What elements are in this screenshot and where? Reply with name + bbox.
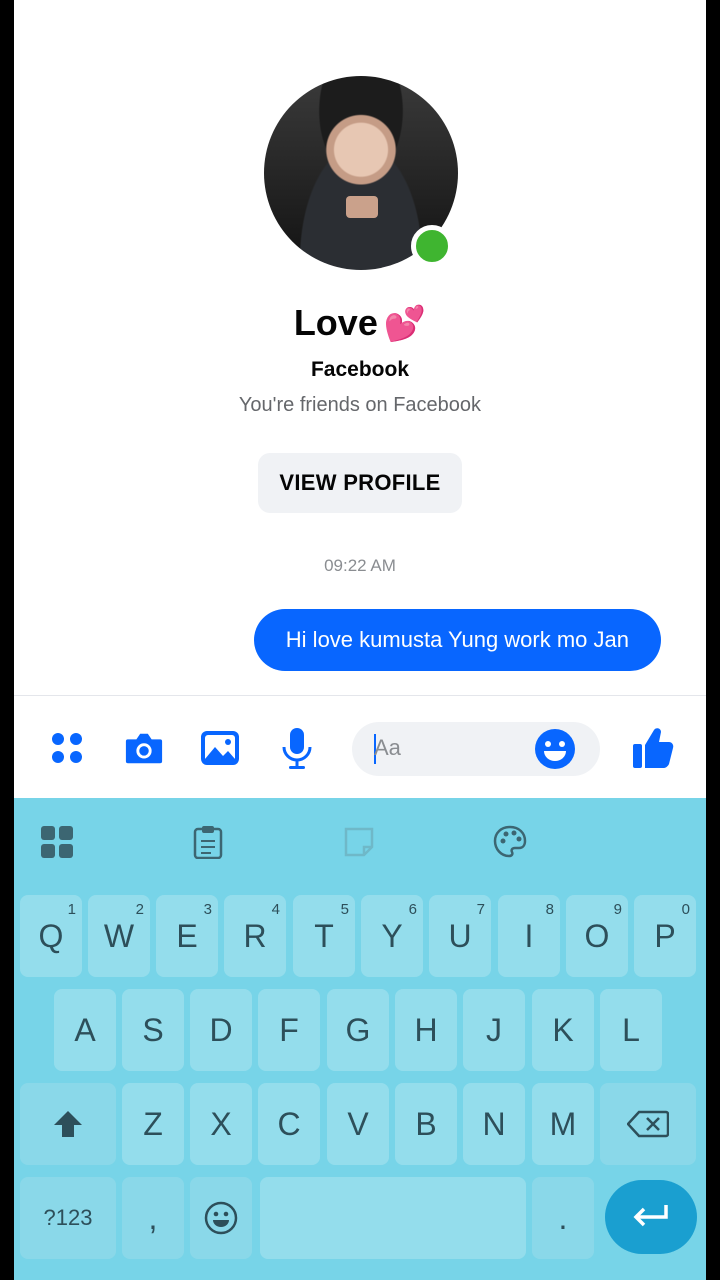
key-label: I (524, 917, 534, 954)
key-d[interactable]: D (190, 989, 252, 1071)
contact-name: Love 💕 (14, 302, 706, 344)
space-key[interactable] (260, 1177, 526, 1259)
key-hint: 5 (340, 901, 349, 918)
message-timestamp: 09:22 AM (324, 556, 396, 575)
key-w[interactable]: W2 (88, 895, 150, 977)
emoji-key[interactable] (190, 1177, 252, 1259)
key-n[interactable]: N (463, 1083, 525, 1165)
key-i[interactable]: I8 (498, 895, 560, 977)
enter-key[interactable] (605, 1180, 697, 1254)
palette-icon[interactable] (490, 822, 530, 862)
key-h[interactable]: H (395, 989, 457, 1071)
key-q[interactable]: Q1 (20, 895, 82, 977)
key-p[interactable]: P0 (634, 895, 696, 977)
key-label: Y (381, 917, 403, 954)
key-label: E (176, 917, 198, 954)
microphone-icon[interactable] (277, 726, 317, 770)
symbols-key[interactable]: ?123 (20, 1177, 116, 1259)
key-g[interactable]: G (327, 989, 389, 1071)
key-a[interactable]: A (54, 989, 116, 1071)
view-profile-button[interactable]: VIEW PROFILE (258, 453, 462, 513)
key-o[interactable]: O9 (566, 895, 628, 977)
soft-keyboard: Q1 W2 E3 R4 T5 Y6 U7 I8 O9 P0 A S D F G … (14, 798, 706, 1280)
key-label: T (314, 917, 334, 954)
contact-name-text: Love (293, 302, 378, 343)
key-f[interactable]: F (258, 989, 320, 1071)
online-status-indicator (411, 225, 453, 267)
key-r[interactable]: R4 (224, 895, 286, 977)
key-b[interactable]: B (395, 1083, 457, 1165)
key-e[interactable]: E3 (156, 895, 218, 977)
key-hint: 4 (271, 901, 280, 918)
backspace-key[interactable] (600, 1083, 696, 1165)
keyboard-toolbar (14, 798, 706, 884)
key-t[interactable]: T5 (293, 895, 355, 977)
key-label: O (584, 917, 610, 954)
key-j[interactable]: J (463, 989, 525, 1071)
key-label: U (448, 917, 472, 954)
shift-key[interactable] (20, 1083, 116, 1165)
chat-screen: Love 💕 Facebook You're friends on Faceboo… (14, 0, 706, 1280)
gallery-icon[interactable] (200, 726, 240, 770)
key-hint: 2 (135, 901, 144, 918)
backspace-icon (627, 1110, 669, 1138)
key-m[interactable]: M (532, 1083, 594, 1165)
key-label: Q (38, 917, 64, 954)
key-y[interactable]: Y6 (361, 895, 423, 977)
like-icon[interactable] (631, 722, 675, 772)
key-hint: 8 (545, 901, 554, 918)
friend-status: You're friends on Facebook (238, 394, 482, 416)
key-c[interactable]: C (258, 1083, 320, 1165)
composer-divider (14, 695, 706, 696)
outgoing-message-bubble[interactable]: Hi love kumusta Yung work mo Jan (253, 609, 661, 671)
key-hint: 3 (203, 901, 212, 918)
key-hint: 1 (67, 901, 76, 918)
contact-name-emoji: 💕 (383, 305, 427, 343)
key-hint: 9 (613, 901, 622, 918)
key-u[interactable]: U7 (429, 895, 491, 977)
key-label: W (103, 917, 135, 954)
key-hint: 7 (476, 901, 485, 918)
key-label: R (243, 917, 267, 954)
key-label: P (654, 917, 676, 954)
message-composer: Aa (14, 700, 706, 798)
emoji-icon[interactable] (534, 728, 576, 770)
clipboard-icon[interactable] (188, 822, 228, 862)
key-l[interactable]: L (600, 989, 662, 1071)
comma-key[interactable]: , (122, 1177, 184, 1259)
grid-icon[interactable] (37, 822, 77, 862)
shift-icon (54, 1111, 82, 1137)
enter-icon (633, 1205, 668, 1227)
apps-icon[interactable] (47, 726, 87, 770)
key-k[interactable]: K (532, 989, 594, 1071)
key-v[interactable]: V (327, 1083, 389, 1165)
sticker-icon[interactable] (339, 822, 379, 862)
emoji-keyboard-icon (204, 1201, 238, 1235)
key-s[interactable]: S (122, 989, 184, 1071)
key-hint: 6 (408, 901, 417, 918)
contact-source: Facebook (310, 358, 410, 381)
key-x[interactable]: X (190, 1083, 252, 1165)
key-z[interactable]: Z (122, 1083, 184, 1165)
period-key[interactable]: . (532, 1177, 594, 1259)
message-input-placeholder: Aa (374, 735, 401, 760)
message-input[interactable]: Aa (352, 722, 600, 776)
key-hint: 0 (681, 901, 690, 918)
camera-icon[interactable] (124, 726, 164, 770)
